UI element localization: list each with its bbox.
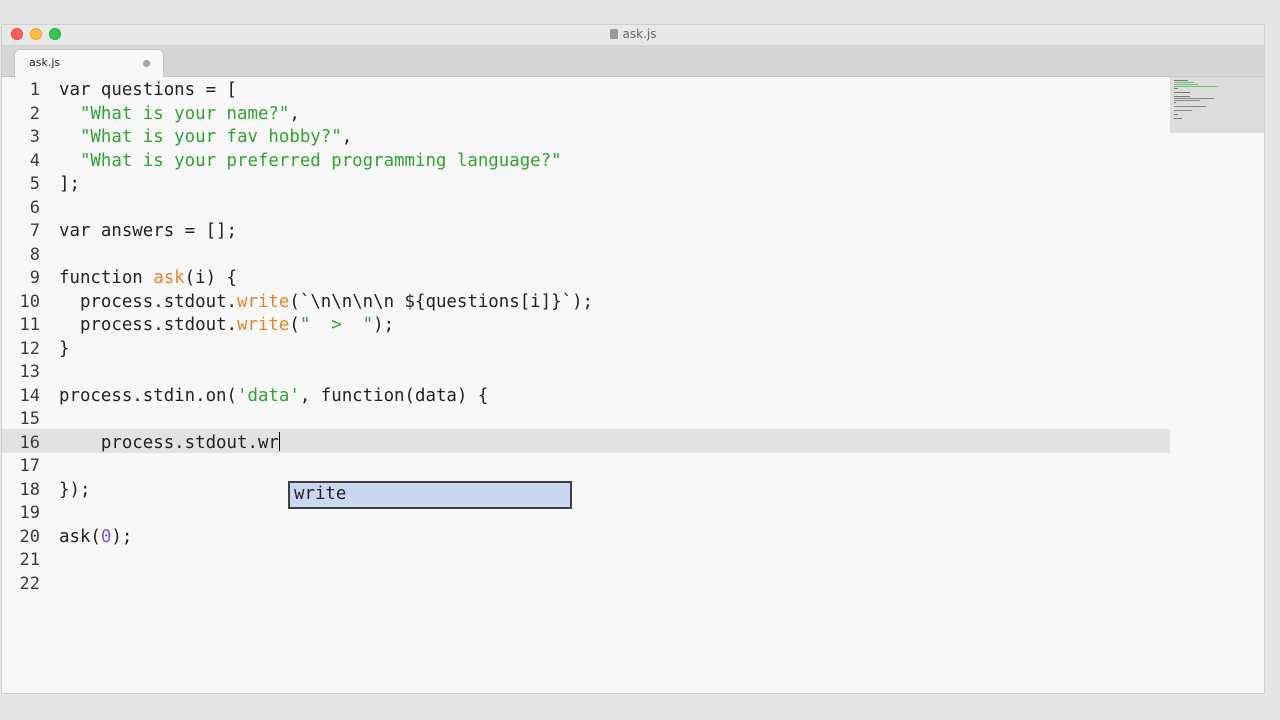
code-text: var answers = []; — [59, 221, 237, 241]
code-line-4: "What is your preferred programming lang… — [59, 150, 562, 174]
autocomplete-item-write[interactable]: write — [294, 484, 346, 504]
text-cursor — [278, 431, 280, 451]
tab-bar: ask.js — [2, 46, 1264, 77]
minimap-line — [1174, 110, 1192, 111]
minimap-line — [1174, 88, 1178, 89]
code-text: ]; — [59, 174, 80, 194]
line-number: 18 — [19, 479, 40, 500]
code-text: ( — [289, 315, 300, 335]
code-text: (`\n\n\n\n ${questions[i]}`); — [289, 291, 594, 312]
minimap-line — [1174, 118, 1182, 119]
line-number: 17 — [19, 456, 40, 476]
code-line-12: } — [59, 338, 69, 362]
line-number: 9 — [29, 268, 40, 288]
code-text: } — [59, 338, 70, 359]
string-literal: "What is your fav hobby?" — [79, 127, 342, 147]
line-number: 20 — [19, 526, 40, 547]
code-line-2: "What is your name?", — [59, 103, 300, 127]
number-literal: 0 — [100, 526, 112, 547]
code-text: (i) { — [184, 268, 238, 288]
line-number: 10 — [19, 291, 40, 312]
code-text: , function(data) { — [299, 385, 489, 406]
code-line-10: process.stdout.write(`\n\n\n\n ${questio… — [59, 291, 593, 315]
line-number: 21 — [19, 550, 40, 570]
code-line-14: process.stdin.on('data', function(data) … — [59, 385, 488, 409]
bottom-strip — [0, 694, 1280, 720]
autocomplete-popup[interactable]: write — [288, 481, 572, 509]
document-icon — [609, 29, 618, 39]
minimap-line — [1174, 98, 1214, 99]
code-text: process.stdout.wr — [100, 432, 279, 453]
tab-label: ask.js — [29, 56, 61, 69]
line-number: 4 — [29, 150, 40, 171]
editor-window: ask.js ask.js 1 2 3 4 5 6 7 8 9 10 11 12… — [1, 24, 1265, 694]
code-text: , — [341, 127, 353, 147]
minimap-line — [1174, 80, 1188, 81]
code-line-3: "What is your fav hobby?", — [59, 126, 352, 150]
unsaved-dot-icon[interactable] — [143, 60, 150, 67]
line-number: 13 — [19, 362, 40, 382]
line-number: 11 — [19, 315, 40, 335]
code-line-18: }); — [59, 479, 90, 503]
line-number: 1 — [29, 80, 40, 100]
minimap-line — [1174, 102, 1176, 103]
line-number: 6 — [29, 197, 40, 218]
line-number-gutter: 1 2 3 4 5 6 7 8 9 10 11 12 13 14 15 16 1… — [2, 77, 44, 693]
minimap[interactable] — [1170, 77, 1264, 133]
line-number: 3 — [29, 127, 40, 147]
code-line-16: process.stdout.wr — [59, 431, 280, 456]
title-bar: ask.js — [2, 25, 1264, 46]
minimap-line — [1174, 84, 1198, 85]
minimap-line — [1174, 82, 1194, 83]
function-name: write — [237, 315, 290, 335]
line-number: 2 — [29, 103, 40, 124]
minimap-line — [1174, 100, 1200, 101]
string-literal: "What is your preferred programming lang… — [79, 150, 562, 171]
code-line-20: ask(0); — [59, 526, 132, 550]
code-line-11: process.stdout.write(" > "); — [59, 314, 394, 338]
window-title: ask.js — [2, 27, 1264, 41]
code-text: , — [289, 103, 300, 124]
code-text: process.stdout. — [79, 315, 238, 335]
line-number: 22 — [19, 573, 40, 594]
code-line-1: var questions = [ — [59, 79, 237, 103]
minimap-line — [1174, 96, 1190, 97]
line-number: 16 — [19, 432, 40, 453]
code-text: process.stdin.on( — [59, 385, 237, 406]
line-number: 5 — [29, 174, 40, 194]
code-line-9: function ask(i) { — [59, 267, 237, 291]
string-literal: "What is your name?" — [79, 103, 290, 124]
tab-ask-js[interactable]: ask.js — [14, 49, 164, 77]
line-number: 14 — [19, 385, 40, 406]
function-name: ask — [153, 268, 185, 288]
code-text: var questions = [ — [59, 80, 237, 100]
code-text: ); — [111, 526, 133, 547]
minimap-line — [1174, 114, 1178, 115]
code-text: process.stdout. — [79, 291, 238, 312]
code-line-5: ]; — [59, 173, 80, 197]
minimap-line — [1174, 106, 1206, 107]
code-text: ); — [373, 315, 395, 335]
string-literal: " > " — [299, 315, 374, 335]
code-text: ask( — [59, 526, 101, 547]
line-number: 19 — [19, 503, 40, 523]
function-name: write — [237, 291, 290, 312]
minimap-line — [1174, 92, 1190, 93]
string-literal: 'data' — [237, 385, 300, 406]
window-title-text: ask.js — [622, 27, 657, 41]
line-number: 12 — [19, 338, 40, 359]
code-line-7: var answers = []; — [59, 220, 237, 244]
line-number: 15 — [19, 409, 40, 429]
code-editor[interactable]: 1 2 3 4 5 6 7 8 9 10 11 12 13 14 15 16 1… — [2, 77, 1170, 693]
line-number: 7 — [29, 221, 40, 241]
code-text: }); — [59, 479, 91, 500]
code-text: function — [59, 268, 154, 288]
line-number: 8 — [29, 244, 40, 265]
minimap-line — [1174, 86, 1218, 87]
